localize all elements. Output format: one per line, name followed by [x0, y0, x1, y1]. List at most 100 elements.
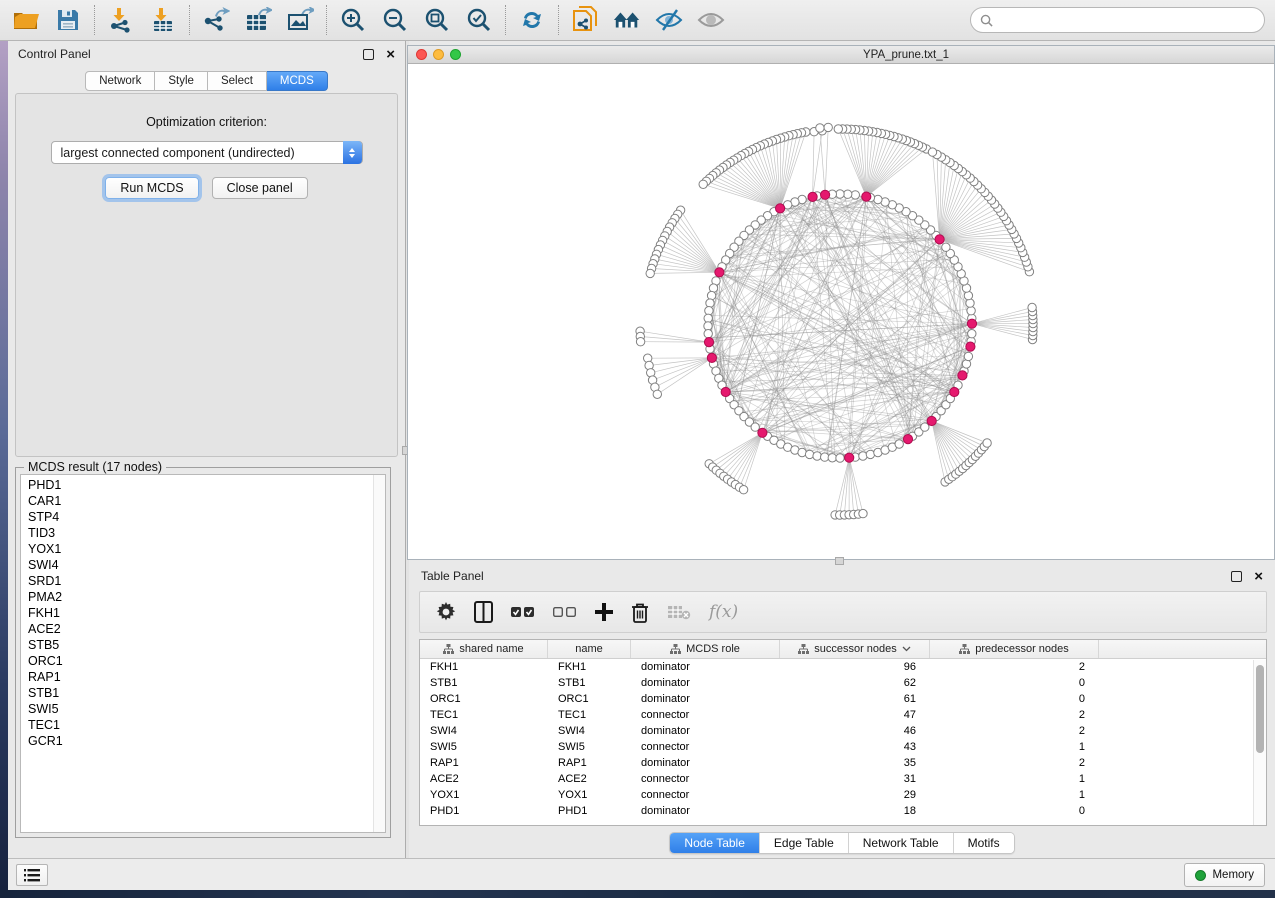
close-panel-button[interactable]: Close panel	[212, 177, 308, 199]
cell-predecessor-nodes[interactable]: 2	[930, 659, 1099, 675]
tab-network[interactable]: Network	[85, 71, 155, 91]
new-session-home-icon[interactable]	[613, 6, 641, 34]
cell-name[interactable]: TEC1	[548, 707, 631, 723]
close-table-panel-icon[interactable]: ×	[1254, 571, 1263, 582]
result-node[interactable]: FKH1	[28, 605, 373, 621]
tab-motifs[interactable]: Motifs	[953, 833, 1014, 853]
add-column-icon[interactable]	[595, 599, 613, 625]
refresh-icon[interactable]	[518, 6, 546, 34]
cell-MCDS-role[interactable]: dominator	[631, 675, 780, 691]
cell-predecessor-nodes[interactable]: 1	[930, 787, 1099, 803]
cell-name[interactable]: STB1	[548, 675, 631, 691]
cell-MCDS-role[interactable]: connector	[631, 739, 780, 755]
result-node[interactable]: ACE2	[28, 621, 373, 637]
column-header-shared-name[interactable]: shared name	[420, 640, 548, 658]
cell-MCDS-role[interactable]: dominator	[631, 755, 780, 771]
result-node[interactable]: STB1	[28, 685, 373, 701]
float-panel-icon[interactable]	[363, 49, 374, 60]
hide-selected-eye-icon[interactable]	[655, 6, 683, 34]
cell-MCDS-role[interactable]: connector	[631, 707, 780, 723]
table-row[interactable]: TEC1TEC1connector472	[420, 707, 1266, 723]
tab-edge-table[interactable]: Edge Table	[759, 833, 848, 853]
cell-successor-nodes[interactable]: 96	[780, 659, 930, 675]
tab-style[interactable]: Style	[155, 71, 208, 91]
tab-node-table[interactable]: Node Table	[670, 833, 759, 853]
cell-MCDS-role[interactable]: dominator	[631, 691, 780, 707]
result-list-scrollbar[interactable]	[373, 475, 385, 832]
cell-successor-nodes[interactable]: 35	[780, 755, 930, 771]
column-header-predecessor-nodes[interactable]: predecessor nodes	[930, 640, 1099, 658]
cell-predecessor-nodes[interactable]: 2	[930, 707, 1099, 723]
result-node[interactable]: STP4	[28, 509, 373, 525]
deselect-all-icon[interactable]	[553, 599, 577, 625]
cell-successor-nodes[interactable]: 43	[780, 739, 930, 755]
cell-predecessor-nodes[interactable]: 0	[930, 691, 1099, 707]
cell-shared-name[interactable]: SWI4	[420, 723, 548, 739]
result-node[interactable]: YOX1	[28, 541, 373, 557]
cell-shared-name[interactable]: ORC1	[420, 691, 548, 707]
cell-successor-nodes[interactable]: 46	[780, 723, 930, 739]
close-panel-icon[interactable]: ×	[386, 49, 395, 60]
network-window-titlebar[interactable]: YPA_prune.txt_1	[408, 46, 1274, 64]
cell-MCDS-role[interactable]: dominator	[631, 723, 780, 739]
cell-shared-name[interactable]: STB1	[420, 675, 548, 691]
cell-predecessor-nodes[interactable]: 0	[930, 803, 1099, 819]
table-settings-gear-icon[interactable]	[436, 599, 456, 625]
cell-MCDS-role[interactable]: dominator	[631, 659, 780, 675]
cell-shared-name[interactable]: FKH1	[420, 659, 548, 675]
table-row[interactable]: SWI4SWI4dominator462	[420, 723, 1266, 739]
cell-predecessor-nodes[interactable]: 1	[930, 739, 1099, 755]
cell-successor-nodes[interactable]: 62	[780, 675, 930, 691]
cell-MCDS-role[interactable]: dominator	[631, 803, 780, 819]
run-mcds-button[interactable]: Run MCDS	[105, 177, 198, 199]
delete-column-trash-icon[interactable]	[631, 599, 649, 625]
cell-predecessor-nodes[interactable]: 0	[930, 675, 1099, 691]
criterion-select[interactable]: largest connected component (undirected)	[51, 141, 363, 164]
result-node[interactable]: SRD1	[28, 573, 373, 589]
zoom-out-icon[interactable]	[381, 6, 409, 34]
cell-name[interactable]: ORC1	[548, 691, 631, 707]
splitter-grip[interactable]	[835, 557, 844, 565]
column-header-successor-nodes[interactable]: successor nodes	[780, 640, 930, 658]
result-node[interactable]: GCR1	[28, 733, 373, 749]
result-node[interactable]: PMA2	[28, 589, 373, 605]
cell-name[interactable]: FKH1	[548, 659, 631, 675]
task-history-button[interactable]	[16, 864, 48, 886]
network-graph[interactable]	[408, 64, 1274, 559]
zoom-in-icon[interactable]	[339, 6, 367, 34]
cell-MCDS-role[interactable]: connector	[631, 787, 780, 803]
export-table-icon[interactable]	[244, 6, 272, 34]
cell-successor-nodes[interactable]: 47	[780, 707, 930, 723]
result-node[interactable]: CAR1	[28, 493, 373, 509]
column-header-MCDS-role[interactable]: MCDS role	[631, 640, 780, 658]
mcds-result-list[interactable]: PHD1CAR1STP4TID3YOX1SWI4SRD1PMA2FKH1ACE2…	[20, 474, 386, 833]
export-image-icon[interactable]	[286, 6, 314, 34]
cell-successor-nodes[interactable]: 18	[780, 803, 930, 819]
cell-predecessor-nodes[interactable]: 2	[930, 723, 1099, 739]
column-header-name[interactable]: name	[548, 640, 631, 658]
cell-MCDS-role[interactable]: connector	[631, 771, 780, 787]
cell-successor-nodes[interactable]: 61	[780, 691, 930, 707]
select-all-icon[interactable]	[511, 599, 535, 625]
cell-name[interactable]: PHD1	[548, 803, 631, 819]
network-canvas[interactable]	[408, 64, 1274, 559]
cell-name[interactable]: RAP1	[548, 755, 631, 771]
cell-shared-name[interactable]: PHD1	[420, 803, 548, 819]
table-row[interactable]: STB1STB1dominator620	[420, 675, 1266, 691]
table-row[interactable]: FKH1FKH1dominator962	[420, 659, 1266, 675]
result-node[interactable]: SWI5	[28, 701, 373, 717]
result-node[interactable]: PHD1	[28, 477, 373, 493]
import-network-icon[interactable]	[107, 6, 135, 34]
table-row[interactable]: ORC1ORC1dominator610	[420, 691, 1266, 707]
cell-successor-nodes[interactable]: 31	[780, 771, 930, 787]
tab-mcds[interactable]: MCDS	[267, 71, 328, 91]
cell-shared-name[interactable]: SWI5	[420, 739, 548, 755]
cell-predecessor-nodes[interactable]: 2	[930, 755, 1099, 771]
zoom-selected-icon[interactable]	[465, 6, 493, 34]
search-input[interactable]	[998, 13, 1255, 27]
result-node[interactable]: SWI4	[28, 557, 373, 573]
tab-select[interactable]: Select	[208, 71, 267, 91]
share-network-document-icon[interactable]	[571, 6, 599, 34]
cell-predecessor-nodes[interactable]: 1	[930, 771, 1099, 787]
open-file-icon[interactable]	[12, 6, 40, 34]
